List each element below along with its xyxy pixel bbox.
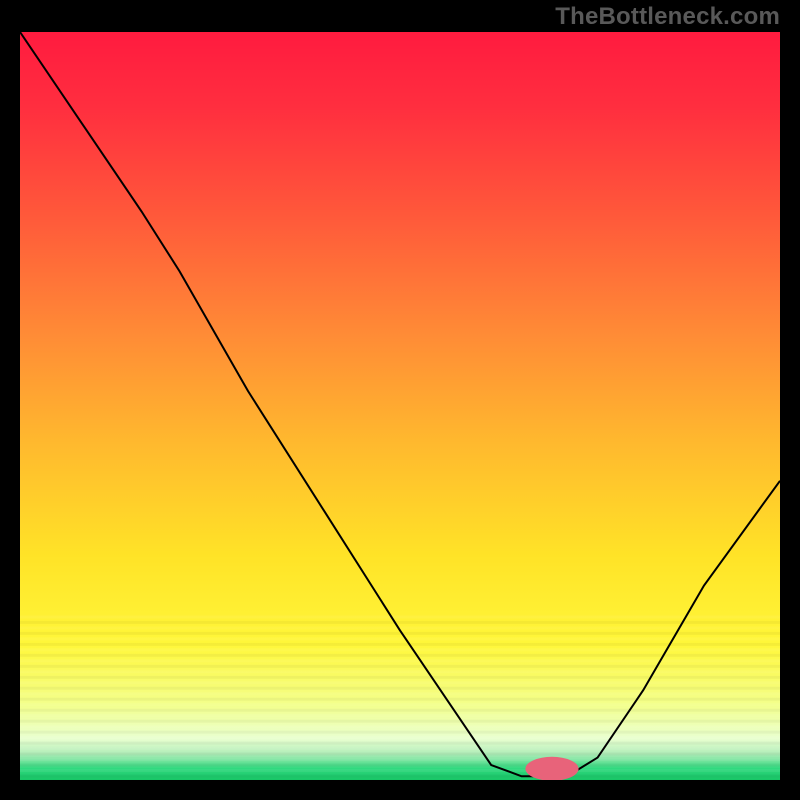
bottleneck-chart [20, 32, 780, 780]
watermark-text: TheBottleneck.com [555, 3, 780, 31]
plot-area [20, 32, 780, 780]
target-marker [525, 757, 578, 780]
chart-frame: TheBottleneck.com [0, 0, 800, 800]
